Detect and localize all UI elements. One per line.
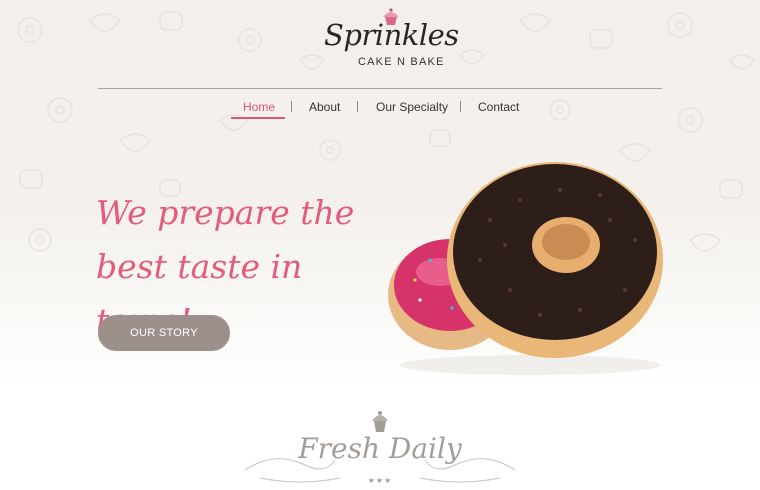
main-nav: Home About Our Specialty Contact — [0, 96, 760, 122]
hero-headline-line1: We prepare the — [96, 193, 355, 232]
nav-item-our-specialty[interactable]: Our Specialty — [376, 100, 448, 114]
nav-item-contact[interactable]: Contact — [478, 100, 519, 114]
our-story-button[interactable]: OUR STORY — [98, 315, 230, 351]
nav-item-about[interactable]: About — [309, 100, 340, 114]
nav-separator — [291, 101, 292, 112]
nav-separator — [357, 101, 358, 112]
rating-stars: ★★★ — [367, 476, 393, 485]
brand-name: Sprinkles — [324, 18, 459, 52]
donuts-image — [388, 162, 663, 375]
hero-section: Sprinkles CAKE N BAKE Home About Our Spe… — [0, 0, 760, 385]
section-title: Fresh Daily — [298, 432, 462, 465]
nav-separator — [460, 101, 461, 112]
brand-logo[interactable]: Sprinkles CAKE N BAKE — [318, 8, 459, 68]
header-divider — [98, 88, 662, 89]
brand-tagline: CAKE N BAKE — [358, 56, 445, 68]
nav-item-home[interactable]: Home — [243, 100, 275, 114]
nav-active-underline — [231, 117, 285, 119]
